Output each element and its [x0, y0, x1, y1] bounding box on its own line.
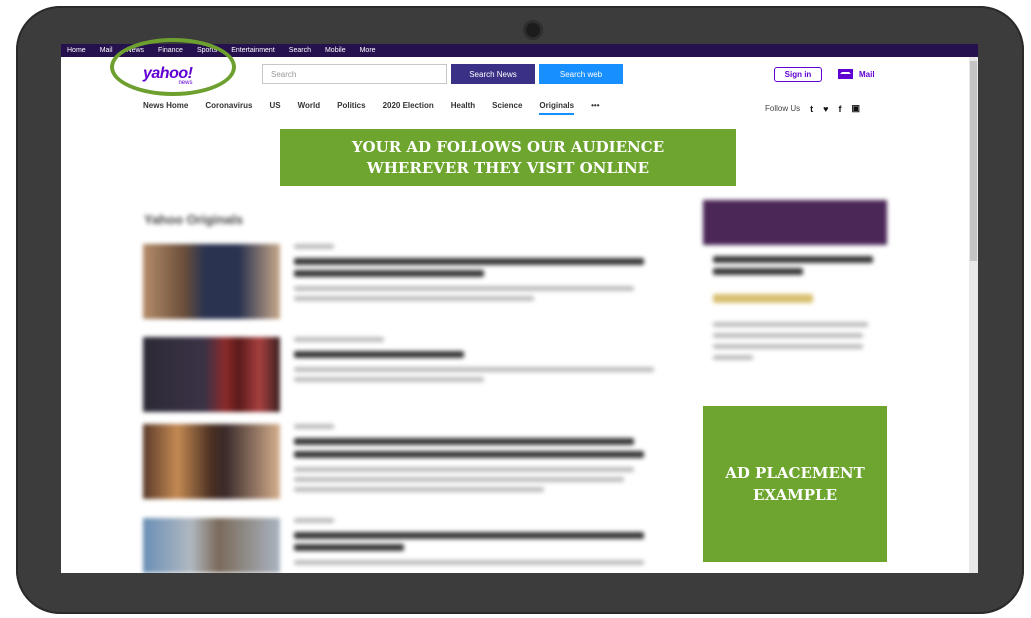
follow-label: Follow Us [765, 104, 801, 113]
sidebar-image[interactable] [703, 200, 887, 245]
topnav-entertainment[interactable]: Entertainment [231, 47, 275, 54]
article-meta [294, 244, 334, 249]
camera-icon [526, 23, 540, 37]
facebook-icon[interactable]: f [838, 104, 841, 114]
article-meta [294, 518, 334, 523]
article-summary [294, 560, 644, 565]
article-summary [294, 296, 534, 301]
instagram-icon[interactable]: ▣ [851, 103, 860, 114]
section-navigation: News Home Coronavirus US World Politics … [143, 101, 617, 115]
sidebar-reactions [713, 294, 813, 303]
sidebar-headline[interactable] [713, 256, 873, 263]
ad-banner[interactable]: YOUR AD FOLLOWS OUR AUDIENCE WHEREVER TH… [280, 129, 736, 186]
topnav-mobile[interactable]: Mobile [325, 47, 346, 54]
subnav-health[interactable]: Health [451, 101, 475, 115]
follow-us: Follow Us t ♥ f ▣ [765, 103, 860, 114]
mail-link[interactable]: Mail [838, 69, 875, 79]
article-summary [294, 477, 624, 482]
twitter-icon[interactable]: ♥ [823, 104, 828, 114]
mail-icon [838, 69, 853, 79]
article-summary [294, 487, 544, 492]
sidebar-headline[interactable] [713, 268, 803, 275]
article-summary [294, 467, 634, 472]
subnav-news-home[interactable]: News Home [143, 101, 188, 115]
scrollbar[interactable] [969, 57, 978, 573]
section-title: Yahoo Originals [144, 212, 243, 227]
sidebar-text [713, 355, 753, 360]
article-headline[interactable] [294, 270, 484, 277]
article-thumbnail[interactable] [143, 244, 280, 319]
article-headline[interactable] [294, 544, 404, 551]
article-summary [294, 377, 484, 382]
subnav-us[interactable]: US [269, 101, 280, 115]
subnav-politics[interactable]: Politics [337, 101, 365, 115]
topnav-home[interactable]: Home [67, 47, 86, 54]
mail-label: Mail [859, 69, 875, 79]
ad-banner-line2: WHEREVER THEY VISIT ONLINE [366, 159, 650, 177]
sidebar-text [713, 322, 868, 327]
subnav-science[interactable]: Science [492, 101, 522, 115]
subnav-originals[interactable]: Originals [539, 101, 575, 115]
article-thumbnail[interactable] [143, 337, 280, 412]
article-meta [294, 337, 384, 342]
sign-in-button[interactable]: Sign in [774, 67, 822, 82]
article-summary [294, 286, 634, 291]
browser-screen: Home Mail News Finance Sports Entertainm… [61, 44, 978, 573]
article-thumbnail[interactable] [143, 424, 280, 499]
article-headline[interactable] [294, 258, 644, 265]
search-input[interactable]: Search [262, 64, 447, 84]
topnav-more[interactable]: More [360, 47, 376, 54]
article-headline[interactable] [294, 351, 464, 358]
logo-highlight-circle [110, 38, 236, 96]
sidebar-text [713, 333, 863, 338]
topnav-mail[interactable]: Mail [100, 47, 113, 54]
article-headline[interactable] [294, 532, 644, 539]
subnav-world[interactable]: World [298, 101, 321, 115]
sidebar-text [713, 344, 863, 349]
search-news-button[interactable]: Search News [451, 64, 535, 84]
scrollbar-thumb[interactable] [970, 61, 977, 261]
subnav-more[interactable]: ••• [591, 101, 599, 115]
ad-placement-box[interactable]: AD PLACEMENT EXAMPLE [703, 406, 887, 562]
article-meta [294, 424, 334, 429]
ad-placement-line1: AD PLACEMENT [725, 464, 865, 482]
ad-banner-line1: YOUR AD FOLLOWS OUR AUDIENCE [351, 138, 665, 156]
tumblr-icon[interactable]: t [810, 104, 813, 114]
article-headline[interactable] [294, 451, 644, 458]
subnav-election[interactable]: 2020 Election [383, 101, 434, 115]
article-thumbnail[interactable] [143, 518, 280, 573]
article-summary [294, 367, 654, 372]
article-headline[interactable] [294, 438, 634, 445]
search-web-button[interactable]: Search web [539, 64, 623, 84]
subnav-coronavirus[interactable]: Coronavirus [205, 101, 252, 115]
topnav-search[interactable]: Search [289, 47, 311, 54]
ad-placement-line2: EXAMPLE [752, 486, 838, 504]
